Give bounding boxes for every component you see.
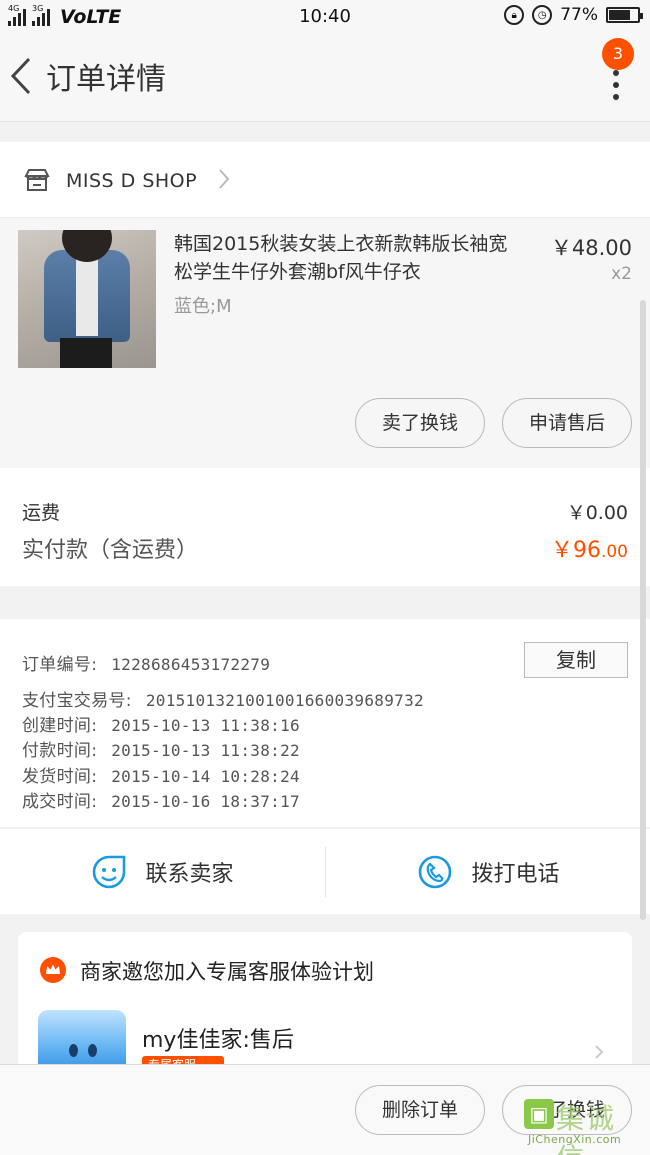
alipay-trade-row: 支付宝交易号: 2015101321001001660039689732 (22, 686, 424, 711)
shop-name[interactable]: MISS D SHOP (66, 170, 197, 192)
alarm-icon: ◷ (532, 5, 553, 25)
delete-order-button[interactable]: 删除订单 (355, 1085, 485, 1135)
paid-amount-dec: .00 (600, 542, 628, 562)
call-label: 拨打电话 (471, 862, 560, 887)
fee-summary: 运费 ￥0.00 实付款（含运费） ￥96.00 (0, 468, 650, 586)
chevron-left-icon (10, 57, 31, 95)
contact-seller-label: 联系卖家 (145, 862, 234, 887)
chevron-right-icon (218, 168, 230, 194)
info-label: 支付宝交易号: (22, 691, 132, 711)
completed-time-row: 成交时间: 2015-10-16 18:37:17 (22, 787, 300, 812)
paid-label: 实付款（含运费） (22, 538, 199, 563)
site-watermark: ▣ 集诚信 JiChengXin.com (522, 1097, 644, 1155)
paid-amount-int: ￥96 (550, 538, 601, 563)
order-info: 订单编号: 1228686453172279 复制 支付宝交易号: 20151013… (0, 619, 650, 827)
watermark-logo-icon: ▣ (524, 1099, 554, 1129)
product-thumbnail[interactable] (18, 230, 156, 368)
nav-bar: 订单详情 3 (0, 34, 650, 122)
paid-amount: ￥96.00 (551, 532, 628, 564)
shop-header[interactable]: MISS D SHOP (0, 142, 650, 218)
rotation-lock-icon: 🔒︎ (504, 5, 525, 25)
phone-icon (419, 855, 452, 889)
order-number-row: 订单编号: 1228686453172279 (22, 650, 270, 675)
completed-time: 2015-10-16 18:37:17 (111, 792, 300, 811)
copy-button[interactable]: 复制 (524, 642, 628, 678)
invite-title: 商家邀您加入专属客服体验计划 (80, 960, 374, 984)
paid-time-row: 付款时间: 2015-10-13 11:38:22 (22, 736, 300, 761)
shipping-label: 运费 (22, 502, 61, 524)
info-label: 付款时间: (22, 741, 98, 761)
more-menu-button[interactable] (612, 70, 620, 130)
shipping-value: ￥0.00 (566, 502, 628, 524)
after-sales-button[interactable]: 申请售后 (502, 398, 632, 448)
battery-percent: 77% (560, 5, 598, 25)
product-quantity: x2 (611, 264, 632, 284)
created-time-row: 创建时间: 2015-10-13 11:38:16 (22, 711, 300, 736)
status-right: 🔒︎ ◷ 77% (504, 5, 643, 25)
shipped-time-row: 发货时间: 2015-10-14 10:28:24 (22, 762, 300, 787)
call-button[interactable]: 拨打电话 (326, 829, 650, 915)
page-title: 订单详情 (46, 62, 166, 97)
product-spec: 蓝色;M (174, 296, 232, 317)
scrollbar[interactable] (640, 300, 646, 920)
back-button[interactable] (8, 56, 34, 96)
product-title[interactable]: 韩国2015秋装女装上衣新款韩版长袖宽松学生牛仔外套潮bf风牛仔衣 (174, 230, 510, 286)
contact-seller-button[interactable]: 联系卖家 (0, 829, 325, 915)
info-label: 创建时间: (22, 716, 98, 736)
battery-icon (606, 7, 643, 23)
shipped-time: 2015-10-14 10:28:24 (111, 767, 300, 786)
paid-time: 2015-10-13 11:38:22 (111, 741, 300, 760)
resell-button[interactable]: 卖了换钱 (355, 398, 485, 448)
store-icon (24, 168, 50, 196)
info-label: 发货时间: (22, 767, 98, 787)
service-name: my佳佳家:售后 (142, 1028, 294, 1053)
chat-face-icon (93, 855, 126, 889)
info-label: 订单编号: (22, 655, 98, 675)
watermark-en: JiChengXin.com (528, 1133, 622, 1146)
order-number: 1228686453172279 (111, 655, 271, 674)
service-invite-card[interactable]: 商家邀您加入专属客服体验计划 my佳佳家:售后 专属客服 (18, 932, 632, 1080)
info-label: 成交时间: (22, 792, 98, 812)
product-price: ￥48.00 (550, 236, 632, 260)
order-item[interactable]: 韩国2015秋装女装上衣新款韩版长袖宽松学生牛仔外套潮bf风牛仔衣 蓝色;M ￥… (0, 218, 650, 468)
contact-bar: 联系卖家 拨打电话 (0, 828, 650, 914)
watermark-cn: 集诚信 (556, 1102, 617, 1155)
alipay-trade-number: 2015101321001001660039689732 (145, 691, 424, 710)
notification-badge: 3 (602, 38, 634, 70)
created-time: 2015-10-13 11:38:16 (111, 716, 300, 735)
status-bar: 4G 3G VoLTE 10:40 🔒︎ ◷ 77% (0, 0, 650, 34)
crown-icon (40, 957, 66, 987)
chevron-right-icon (594, 1044, 604, 1064)
